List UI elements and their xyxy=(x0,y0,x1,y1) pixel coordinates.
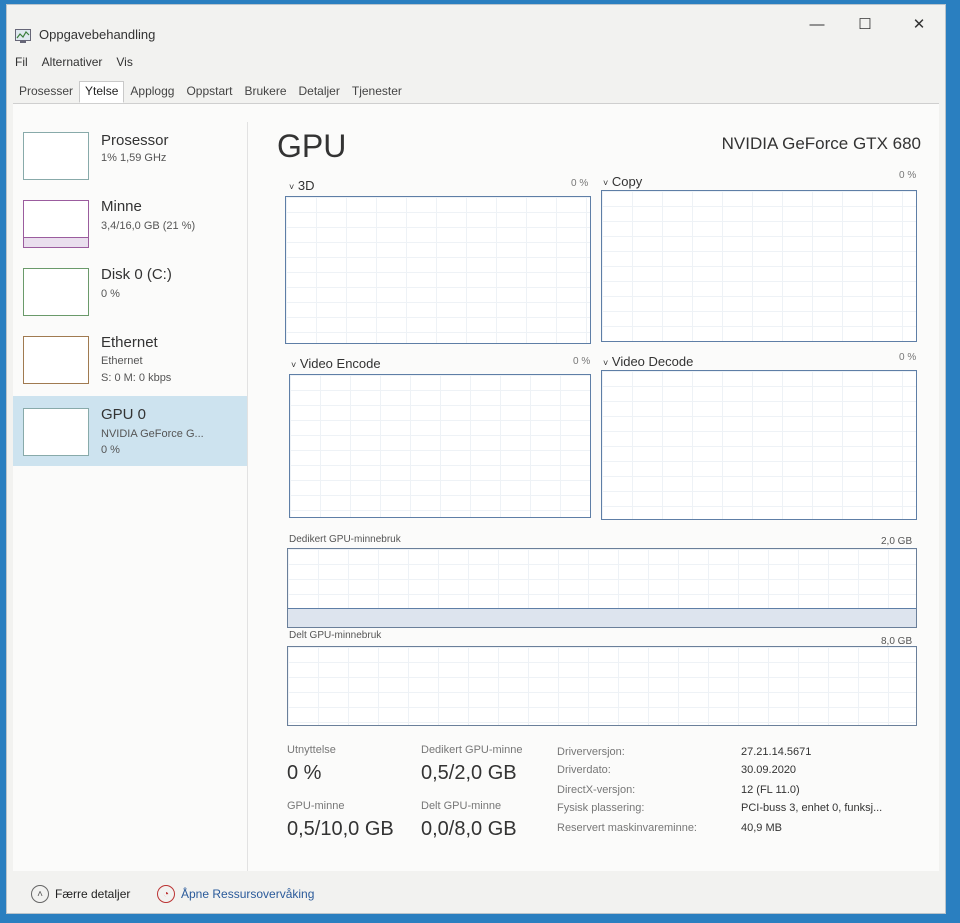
resource-sidebar: Prosessor 1% 1,59 GHz Minne 3,4/16,0 GB … xyxy=(13,122,248,871)
shared-memory-graph xyxy=(287,646,917,726)
driver-version-label: Driverversjon: xyxy=(557,746,625,758)
window-title: Oppgavebehandling xyxy=(39,27,156,42)
gpu-model-name: NVIDIA GeForce GTX 680 xyxy=(721,134,921,153)
sidebar-item-cpu[interactable]: Prosessor 1% 1,59 GHz xyxy=(13,122,247,190)
ethernet-thumbnail-graph xyxy=(23,336,89,384)
engine-copy-label[interactable]: ˅ Copy xyxy=(603,174,642,189)
menu-view[interactable]: Vis xyxy=(116,55,132,75)
dedicated-gpu-memory-label: Dedikert GPU-minne xyxy=(421,744,523,756)
engine-video-decode-graph xyxy=(601,370,917,520)
sidebar-item-gpu[interactable]: GPU 0 NVIDIA GeForce G... 0 % xyxy=(13,396,247,466)
dedicated-gpu-memory-value: 0,5/2,0 GB xyxy=(421,762,517,784)
engine-video-decode-percent: 0 % xyxy=(899,352,917,363)
tab-performance[interactable]: Ytelse xyxy=(79,81,125,103)
reserved-memory-value: 40,9 MB xyxy=(741,822,782,834)
resource-monitor-icon: ◔ xyxy=(157,885,175,903)
sidebar-item-sub: NVIDIA GeForce G... xyxy=(101,428,204,440)
menu-bar: Fil Alternativer Vis xyxy=(7,55,133,75)
sidebar-item-title: GPU 0 xyxy=(101,406,147,423)
tab-users[interactable]: Brukere xyxy=(238,81,292,103)
sidebar-item-title: Prosessor xyxy=(101,132,169,149)
directx-version-label: DirectX-versjon: xyxy=(557,784,636,796)
cpu-thumbnail-graph xyxy=(23,132,89,180)
dedicated-memory-graph xyxy=(287,548,917,628)
page-title: GPU xyxy=(277,128,347,164)
menu-file[interactable]: Fil xyxy=(15,55,28,75)
tab-bar: Prosesser Ytelse Applogg Oppstart Bruker… xyxy=(13,81,408,103)
chevron-down-icon: ˅ xyxy=(291,360,297,370)
directx-version-value: 12 (FL 11.0) xyxy=(741,784,800,796)
engine-video-encode-graph xyxy=(289,374,591,518)
maximize-button[interactable]: ☐ xyxy=(845,11,885,37)
performance-panel: Prosessor 1% 1,59 GHz Minne 3,4/16,0 GB … xyxy=(13,103,939,871)
engine-copy-graph xyxy=(601,190,917,342)
shared-memory-label: Delt GPU-minnebruk xyxy=(289,630,382,641)
gpu-memory-label: GPU-minne xyxy=(287,800,345,812)
sidebar-item-title: Ethernet xyxy=(101,334,158,351)
memory-thumbnail-graph xyxy=(23,200,89,248)
dedicated-memory-fill xyxy=(288,608,916,627)
shared-gpu-memory-value: 0,0/8,0 GB xyxy=(421,818,517,840)
engine-video-decode-label[interactable]: ˅ Video Decode xyxy=(603,354,693,369)
maximize-icon: ☐ xyxy=(858,16,872,33)
close-button[interactable]: ✕ xyxy=(899,11,939,37)
chevron-up-icon: ˄ xyxy=(31,885,49,903)
engine-video-encode-label[interactable]: ˅ Video Encode xyxy=(291,356,381,371)
engine-3d-label[interactable]: ˅ 3D xyxy=(289,178,315,193)
chevron-down-icon: ˅ xyxy=(603,178,609,188)
tab-startup[interactable]: Oppstart xyxy=(180,81,238,103)
driver-version-value: 27.21.14.5671 xyxy=(741,746,812,758)
sidebar-item-ethernet[interactable]: Ethernet Ethernet S: 0 M: 0 kbps xyxy=(13,326,247,394)
open-resource-monitor-label: Åpne Ressursovervåking xyxy=(181,887,315,901)
sidebar-item-sub: Ethernet xyxy=(101,355,143,367)
shared-gpu-memory-label: Delt GPU-minne xyxy=(421,800,502,812)
physical-location-value: PCI-buss 3, enhet 0, funksj... xyxy=(741,802,883,814)
gpu-memory-value: 0,5/10,0 GB xyxy=(287,818,394,840)
task-manager-window: Oppgavebehandling — ☐ ✕ Fil Alternativer… xyxy=(6,4,946,914)
footer-bar: ˄ Færre detaljer ◔ Åpne Ressursovervåkin… xyxy=(7,871,945,913)
fewer-details-label: Færre detaljer xyxy=(55,887,131,901)
sidebar-item-sub: 1% 1,59 GHz xyxy=(101,152,167,164)
sidebar-item-sub2: S: 0 M: 0 kbps xyxy=(101,372,172,384)
chevron-down-icon: ˅ xyxy=(603,358,609,368)
engine-3d-graph xyxy=(285,196,591,344)
sidebar-item-sub: 3,4/16,0 GB (21 %) xyxy=(101,220,196,232)
gpu-detail-view: GPU NVIDIA GeForce GTX 680 ˅ 3D 0 % ˅ Co… xyxy=(259,104,939,871)
disk-thumbnail-graph xyxy=(23,268,89,316)
physical-location-label: Fysisk plassering: xyxy=(557,802,645,814)
dedicated-memory-max: 2,0 GB xyxy=(881,536,913,547)
engine-video-encode-percent: 0 % xyxy=(573,356,591,367)
minimize-button[interactable]: — xyxy=(797,11,837,37)
tab-services[interactable]: Tjenester xyxy=(346,81,408,103)
sidebar-item-memory[interactable]: Minne 3,4/16,0 GB (21 %) xyxy=(13,190,247,258)
task-manager-icon xyxy=(15,29,31,43)
tab-processes[interactable]: Prosesser xyxy=(13,81,79,103)
menu-options[interactable]: Alternativer xyxy=(42,55,103,75)
sidebar-item-sub: 0 % xyxy=(101,288,120,300)
open-resource-monitor-link[interactable]: ◔ Åpne Ressursovervåking xyxy=(157,885,314,903)
dedicated-memory-label: Dedikert GPU-minnebruk xyxy=(289,534,401,545)
tab-details[interactable]: Detaljer xyxy=(293,81,346,103)
engine-copy-percent: 0 % xyxy=(899,170,917,181)
reserved-memory-label: Reservert maskinvareminne: xyxy=(557,822,697,834)
driver-date-label: Driverdato: xyxy=(557,764,611,776)
sidebar-item-disk[interactable]: Disk 0 (C:) 0 % xyxy=(13,258,247,326)
driver-date-value: 30.09.2020 xyxy=(741,764,797,776)
tab-app-history[interactable]: Applogg xyxy=(124,81,180,103)
utilization-value: 0 % xyxy=(287,762,322,784)
minimize-icon: — xyxy=(809,15,825,33)
fewer-details-button[interactable]: ˄ Færre detaljer xyxy=(31,885,130,903)
close-icon: ✕ xyxy=(912,16,926,33)
sidebar-item-title: Disk 0 (C:) xyxy=(101,266,172,283)
chevron-down-icon: ˅ xyxy=(289,182,295,192)
gpu-thumbnail-graph xyxy=(23,408,89,456)
title-bar[interactable]: Oppgavebehandling — ☐ ✕ xyxy=(7,5,945,49)
utilization-label: Utnyttelse xyxy=(287,744,336,756)
sidebar-item-title: Minne xyxy=(101,198,142,215)
sidebar-item-sub2: 0 % xyxy=(101,444,120,456)
engine-3d-percent: 0 % xyxy=(571,178,589,189)
